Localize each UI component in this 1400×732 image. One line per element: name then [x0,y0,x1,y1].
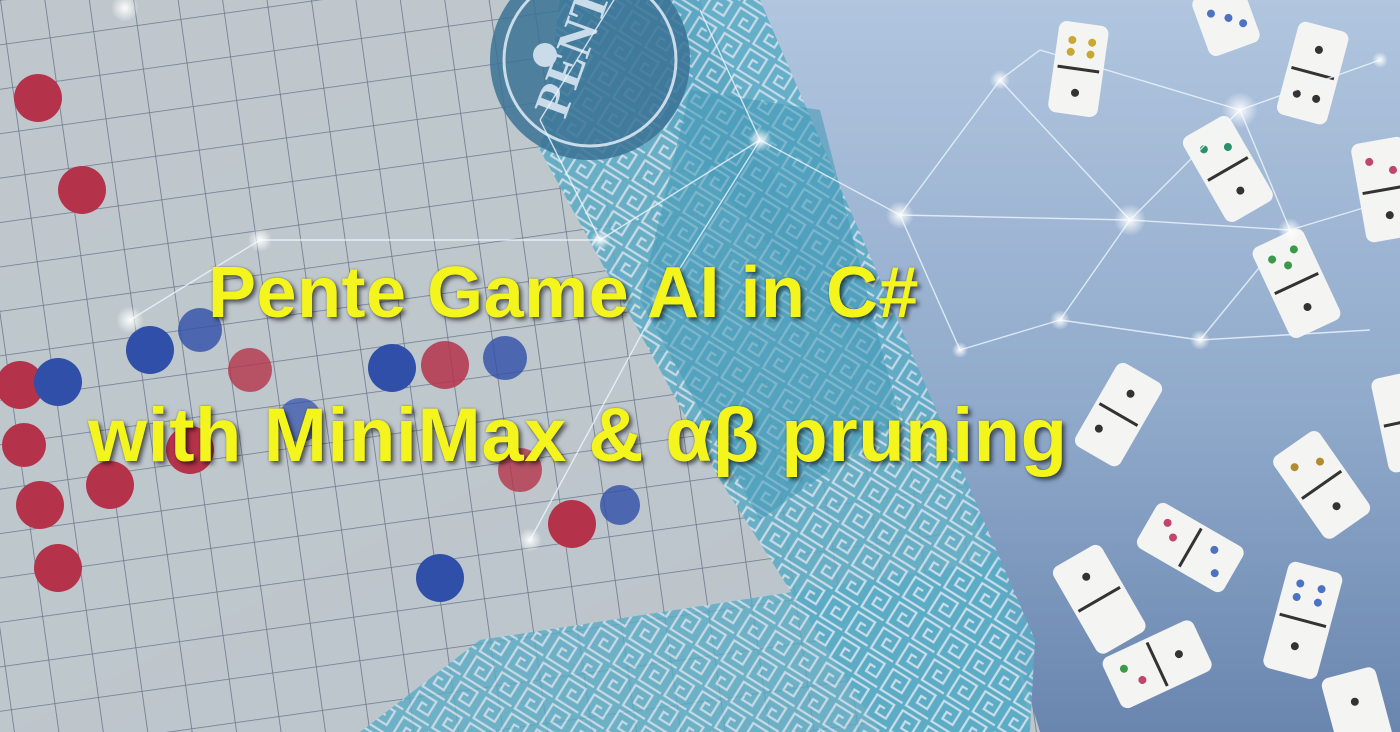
banner-image: PENTE Pente Game AI in C# with MiniMax &… [0,0,1400,732]
headline: Pente Game AI in C# with MiniMax & αβ pr… [0,0,1400,732]
title-line-1: Pente Game AI in C# [208,253,920,333]
title-line-2: with MiniMax & αβ pruning [88,393,1068,478]
